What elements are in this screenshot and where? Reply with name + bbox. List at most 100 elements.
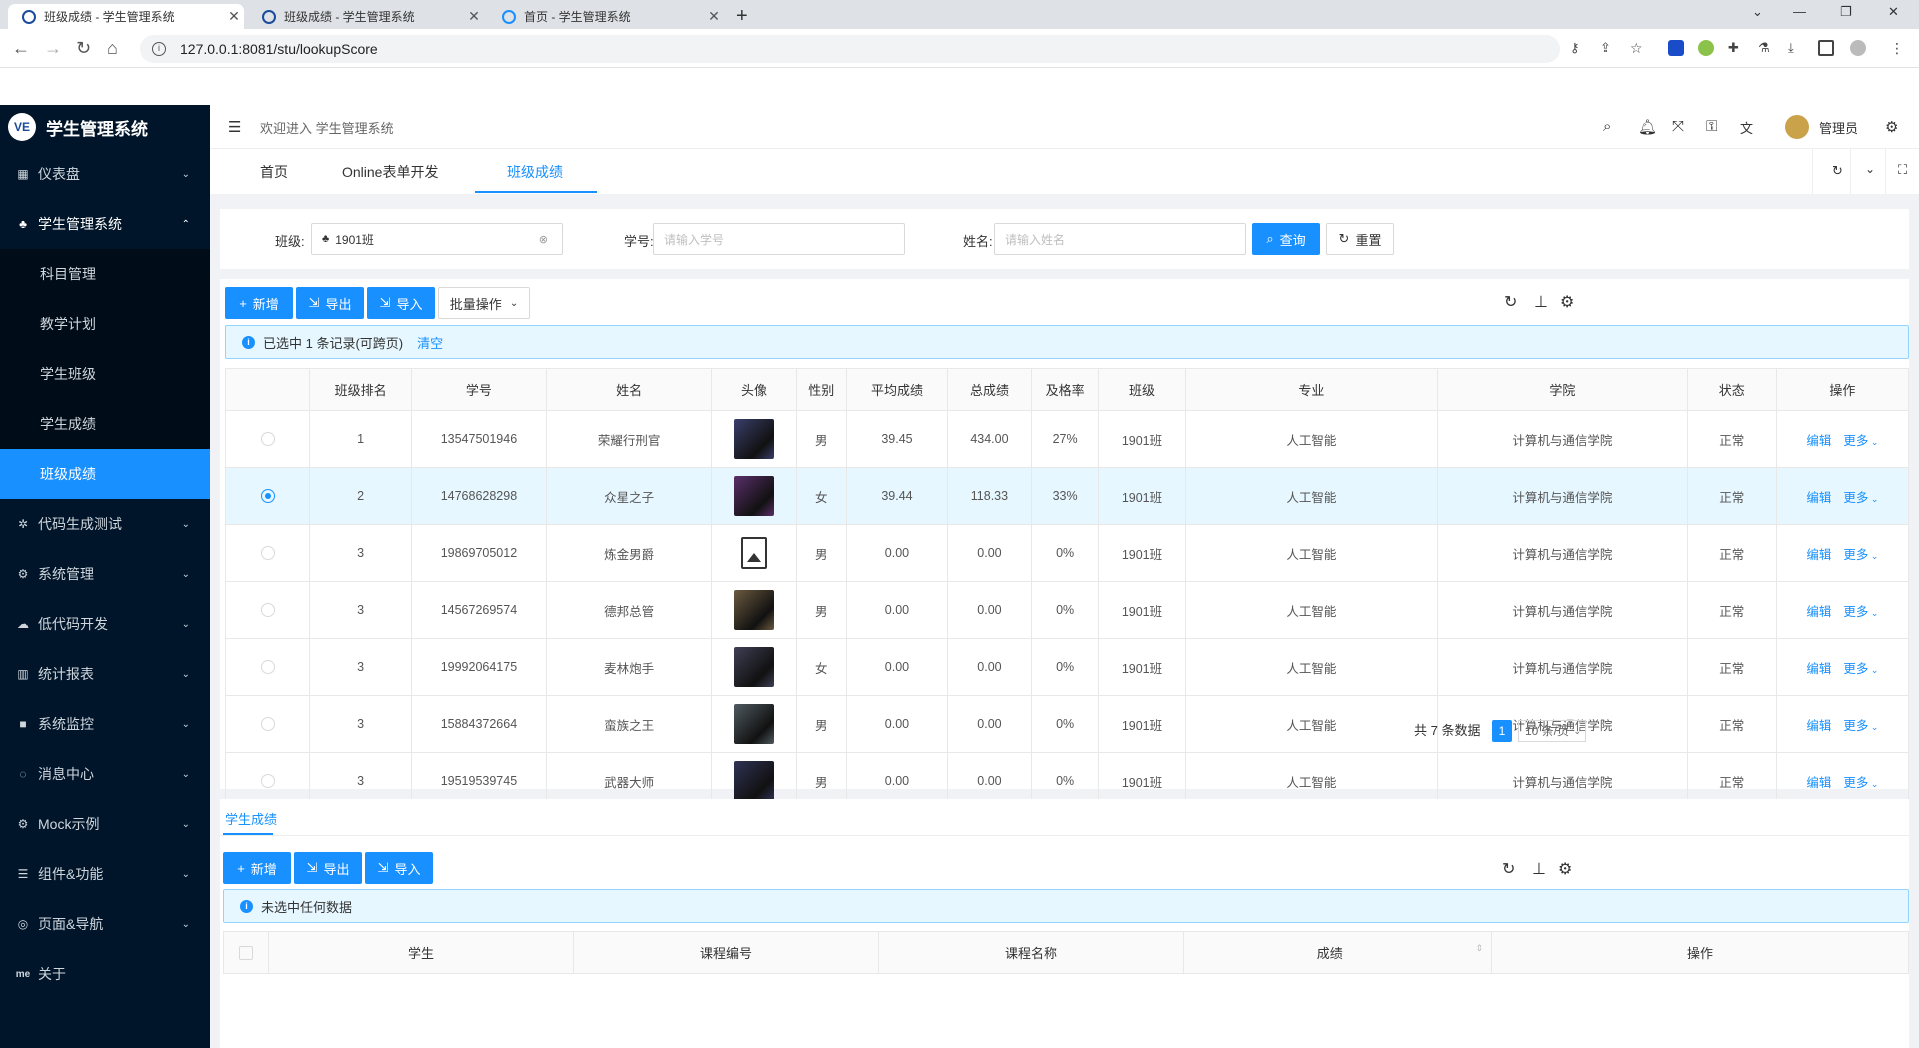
sidebar-subitem-teaching-plan[interactable]: 教学计划: [0, 299, 210, 349]
sidebar-item-pages[interactable]: ◎ 页面&导航 ⌄: [0, 899, 210, 949]
table-row[interactable]: 3 15884372664 蛮族之王男 0.00 0.00 0% 1901班 人工智能 计算机与…: [224, 695, 1910, 753]
avatar[interactable]: [734, 590, 774, 630]
edit-link[interactable]: 编辑: [1806, 776, 1831, 790]
reset-button[interactable]: ↻ 重置: [1326, 223, 1394, 255]
extension-icon[interactable]: [1668, 40, 1684, 56]
avatar[interactable]: [1785, 115, 1809, 139]
sidebar-item-codegen[interactable]: ✲ 代码生成测试 ⌄: [0, 499, 210, 549]
sidebar-subitem-class-score[interactable]: 班级成绩: [0, 449, 210, 499]
row-select-cell[interactable]: [224, 638, 311, 696]
name-input[interactable]: 请输入姓名: [994, 223, 1246, 255]
bookmark-star-icon[interactable]: ☆: [1630, 40, 1646, 56]
row-radio[interactable]: [260, 489, 275, 503]
edit-link[interactable]: 编辑: [1806, 434, 1831, 448]
sort-icon[interactable]: ⇕: [1475, 943, 1483, 954]
fullscreen-icon[interactable]: ⤧: [1672, 118, 1684, 135]
row-select-cell[interactable]: [224, 467, 311, 525]
row-radio[interactable]: [260, 432, 275, 446]
select-all-checkbox[interactable]: [239, 945, 253, 960]
close-tab-icon[interactable]: ✕: [464, 8, 484, 25]
clear-icon[interactable]: ⊗: [539, 233, 548, 246]
minimize-icon[interactable]: —: [1793, 4, 1806, 19]
select-all-header[interactable]: [223, 931, 269, 974]
avatar[interactable]: [734, 419, 774, 459]
browser-tab[interactable]: 班级成绩 - 学生管理系统 ✕: [8, 4, 244, 29]
row-radio[interactable]: [260, 546, 275, 560]
site-info-icon[interactable]: i: [152, 42, 166, 56]
sidebar-item-report[interactable]: ▥ 统计报表 ⌄: [0, 649, 210, 699]
batch-dropdown[interactable]: 批量操作 ⌄: [438, 287, 530, 319]
chevron-down-icon[interactable]: ⌄: [1865, 162, 1875, 176]
more-dropdown[interactable]: 更多 ⌄: [1843, 548, 1878, 562]
sidebar-item-monitor[interactable]: ■ 系统监控 ⌄: [0, 699, 210, 749]
restore-icon[interactable]: ❐: [1840, 4, 1852, 20]
app-logo[interactable]: VE 学生管理系统: [0, 105, 210, 149]
sidebar-subitem-subjects[interactable]: 科目管理: [0, 249, 210, 299]
reload-icon[interactable]: ↻: [1502, 859, 1515, 879]
table-row[interactable]: 1 13547501946 荣耀行刑官 男 39.45 434.00 27% 1901班 人工智…: [224, 410, 1910, 468]
sidebar-item-student-system[interactable]: ♣ 学生管理系统 ⌃: [0, 199, 210, 249]
avatar[interactable]: [734, 704, 774, 744]
back-icon[interactable]: ←: [12, 38, 30, 59]
browser-tab[interactable]: 班级成绩 - 学生管理系统 ✕: [248, 4, 484, 29]
clear-selection-link[interactable]: 清空: [417, 333, 443, 352]
class-select[interactable]: ♣ 1901班 ⊗: [311, 223, 563, 255]
avatar[interactable]: [734, 761, 774, 801]
tab-class-score[interactable]: 班级成绩: [507, 162, 563, 182]
close-tab-icon[interactable]: ✕: [704, 8, 724, 25]
row-select-cell[interactable]: [224, 581, 311, 639]
add-button[interactable]: + 新增: [225, 287, 293, 319]
table-row[interactable]: 2 14768628298 众星之子 女 39.44 118.33 33% 1901班 人工智能…: [224, 467, 1910, 525]
edit-link[interactable]: 编辑: [1806, 662, 1831, 676]
page-1-button[interactable]: 1: [1492, 720, 1512, 742]
profile-avatar-icon[interactable]: [1850, 40, 1866, 56]
more-dropdown[interactable]: 更多 ⌄: [1843, 776, 1878, 790]
more-dropdown[interactable]: 更多 ⌄: [1843, 719, 1878, 733]
row-radio[interactable]: [260, 774, 275, 788]
tab-online-form[interactable]: Online表单开发: [342, 162, 438, 182]
query-button[interactable]: ⌕ 查询: [1252, 223, 1320, 255]
export-button[interactable]: ⇲ 导出: [294, 852, 362, 884]
sidebar-item-system[interactable]: ⚙ 系统管理 ⌄: [0, 549, 210, 599]
sidepanel-icon[interactable]: [1818, 40, 1834, 56]
edit-link[interactable]: 编辑: [1806, 605, 1831, 619]
table-row[interactable]: 3 14567269574 德邦总管男 0.00 0.00 0% 1901班 人工智能 计算机与…: [224, 581, 1910, 639]
browser-tab[interactable]: 首页 - 学生管理系统 ✕: [488, 4, 724, 29]
close-tab-icon[interactable]: ✕: [224, 8, 244, 25]
download-icon[interactable]: ⤓: [1788, 40, 1804, 56]
more-dropdown[interactable]: 更多 ⌄: [1843, 605, 1878, 619]
sidebar-subitem-student-score[interactable]: 学生成绩: [0, 399, 210, 449]
column-height-icon[interactable]: ⊥: [1534, 292, 1548, 312]
more-dropdown[interactable]: 更多 ⌄: [1843, 491, 1878, 505]
edit-link[interactable]: 编辑: [1806, 491, 1831, 505]
file-image-icon[interactable]: [741, 537, 767, 569]
edit-link[interactable]: 编辑: [1806, 548, 1831, 562]
extensions-puzzle-icon[interactable]: ✚: [1728, 40, 1744, 56]
sid-input[interactable]: 请输入学号: [653, 223, 905, 255]
key-icon[interactable]: ⚷: [1570, 40, 1586, 56]
reload-icon[interactable]: ↻: [1504, 292, 1517, 312]
expand-icon[interactable]: ⛶: [1898, 162, 1907, 178]
tab-student-score[interactable]: 学生成绩: [225, 809, 277, 828]
flask-icon[interactable]: ⚗: [1758, 40, 1774, 56]
column-height-icon[interactable]: ⊥: [1532, 859, 1546, 879]
edit-link[interactable]: 编辑: [1806, 719, 1831, 733]
setting-icon[interactable]: ⚙: [1558, 859, 1572, 879]
setting-icon[interactable]: ⚙: [1560, 292, 1574, 312]
table-row[interactable]: 3 19869705012 炼金男爵男 0.00 0.00 0% 1901班 人工智能 计算机与…: [224, 524, 1910, 582]
sidebar-item-dashboard[interactable]: ▦ 仪表盘 ⌄: [0, 149, 210, 199]
more-dropdown[interactable]: 更多 ⌄: [1843, 662, 1878, 676]
sidebar-item-message[interactable]: ◌ 消息中心 ⌄: [0, 749, 210, 799]
row-radio[interactable]: [260, 660, 275, 674]
lock-icon[interactable]: ⚿: [1706, 118, 1717, 135]
reload-icon[interactable]: ↻: [76, 38, 91, 59]
row-select-cell[interactable]: [224, 695, 311, 753]
row-select-cell[interactable]: [224, 410, 311, 468]
import-button[interactable]: ⇲ 导入: [367, 287, 435, 319]
row-select-cell[interactable]: [224, 524, 311, 582]
import-button[interactable]: ⇲ 导入: [365, 852, 433, 884]
avatar[interactable]: [734, 476, 774, 516]
new-tab-icon[interactable]: +: [736, 5, 748, 28]
more-dropdown[interactable]: 更多 ⌄: [1843, 434, 1878, 448]
sidebar-item-components[interactable]: ☰ 组件&功能 ⌄: [0, 849, 210, 899]
